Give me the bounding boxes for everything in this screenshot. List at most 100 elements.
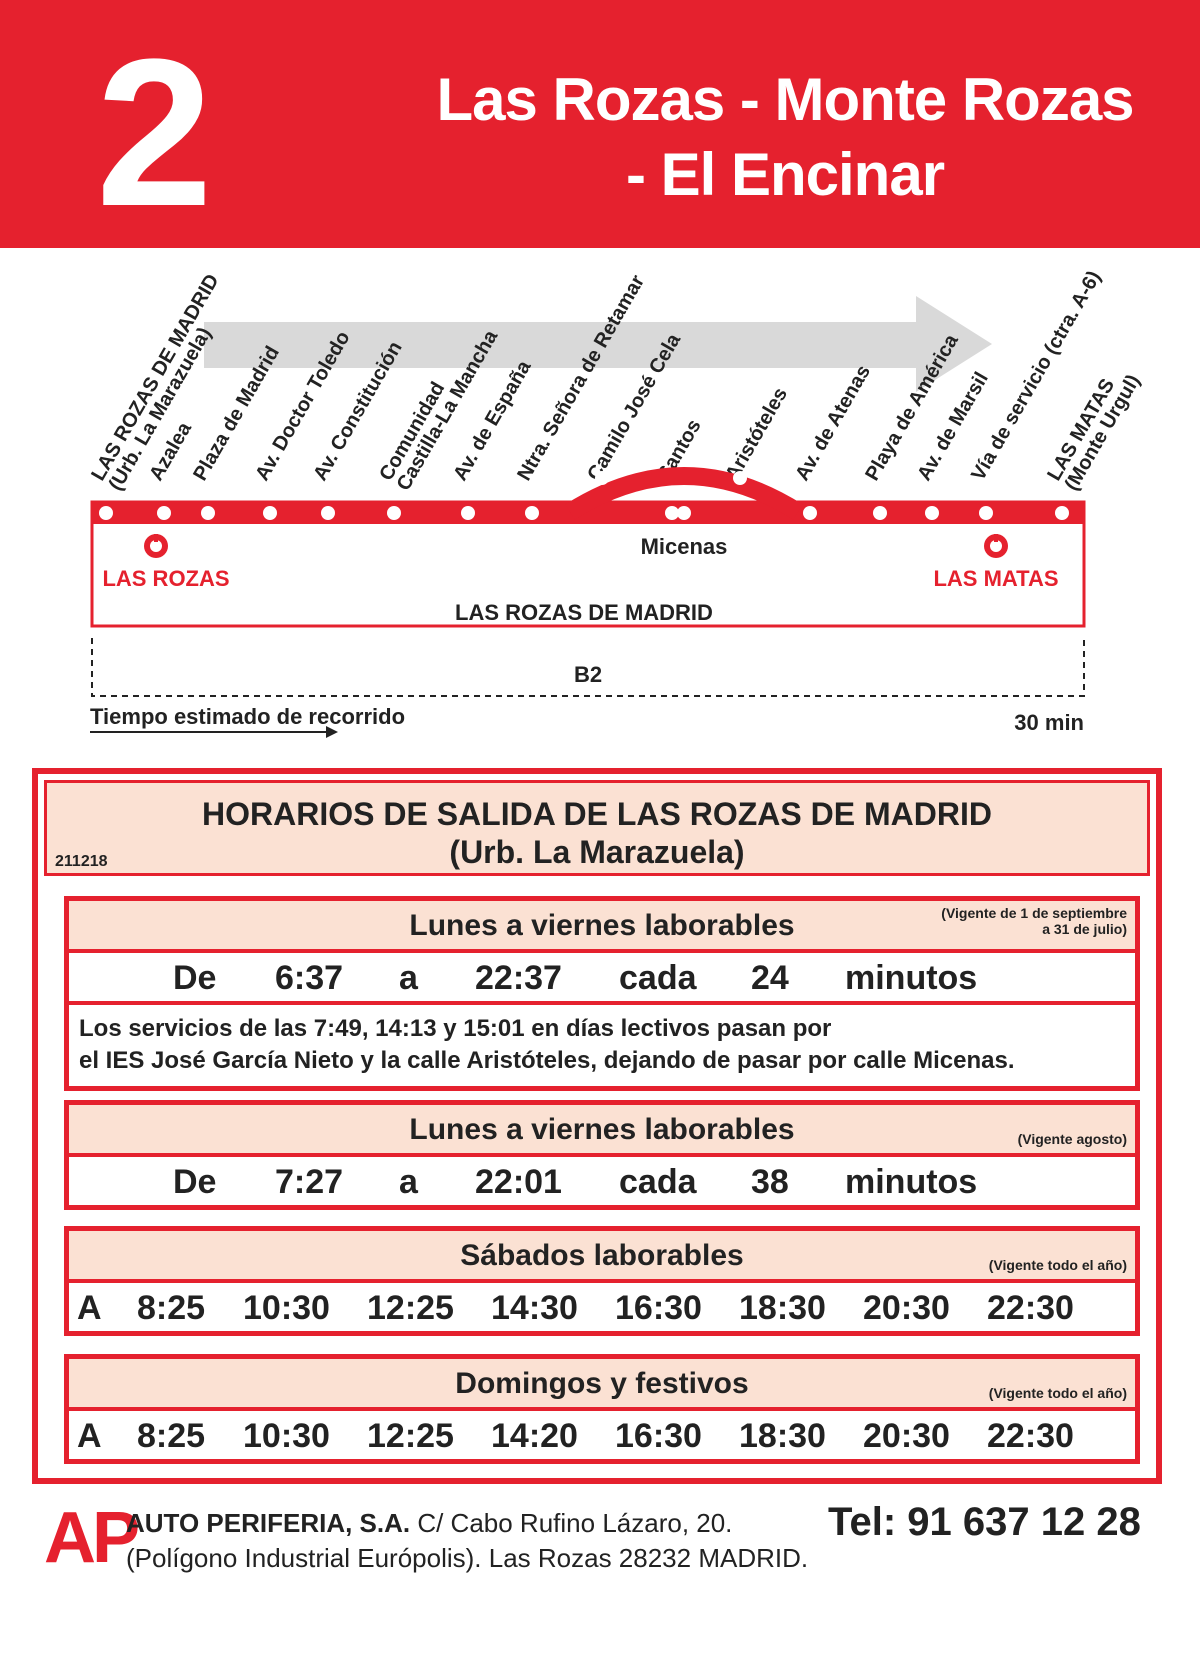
route-title-line2: - El Encinar — [625, 141, 945, 208]
stop-dot — [733, 471, 747, 485]
stop-dot — [157, 506, 171, 520]
sunday-schedule-block: Domingos y festivos (Vigente todo el año… — [64, 1354, 1140, 1464]
stop-dot — [677, 506, 691, 520]
stop-dot — [595, 471, 609, 485]
row-cell: A — [77, 1417, 102, 1455]
validity-note: (Vigente todo el año) — [988, 1385, 1127, 1401]
row-cell: cada — [619, 1163, 697, 1201]
row-cell: 22:37 — [475, 959, 562, 997]
stop-dot — [201, 506, 215, 520]
schedule-title-line1: HORARIOS DE SALIDA DE LAS ROZAS DE MADRI… — [202, 796, 992, 832]
row-cell: 6:37 — [275, 959, 344, 997]
stop-dot — [321, 506, 335, 520]
stop-dot — [387, 506, 401, 520]
block-header: Lunes a viernes laborables (Vigente agos… — [69, 1105, 1135, 1157]
block-title: Domingos y festivos — [455, 1367, 749, 1400]
row-cell: 22:01 — [475, 1163, 562, 1201]
departure-time: 10:30 — [243, 1417, 330, 1455]
service-notice: Los servicios de las 7:49, 14:13 y 15:01… — [69, 1001, 1135, 1086]
departure-time: 8:25 — [137, 1417, 206, 1455]
stop-labels: LAS ROZAS DE MADRID(Urb. La Marazuela)Az… — [87, 267, 1144, 494]
company-info: AUTO PERIFERIA, S.A. C/ Cabo Rufino Láza… — [126, 1506, 808, 1576]
stop-dot — [925, 506, 939, 520]
row-cell: 24 — [751, 959, 789, 997]
stop-dot — [979, 506, 993, 520]
validity-note: (Vigente todo el año) — [988, 1257, 1127, 1273]
stop-dot — [1055, 506, 1069, 520]
town-label: LAS ROZAS DE MADRID — [455, 600, 713, 625]
row-cell: a — [399, 959, 418, 997]
departure-time: 16:30 — [615, 1289, 702, 1327]
departure-time: 10:30 — [243, 1289, 330, 1327]
weekday-schedule-block: Lunes a viernes laborables (Vigente de 1… — [64, 896, 1140, 1091]
stop-dot — [263, 506, 277, 520]
row-cell: De — [173, 959, 217, 997]
departure-time: 20:30 — [863, 1417, 950, 1455]
document-code: 211218 — [55, 853, 108, 870]
stop-dot — [99, 506, 113, 520]
row-cell: 7:27 — [275, 1163, 344, 1201]
row-cell: cada — [619, 959, 697, 997]
departure-time: 12:25 — [367, 1289, 454, 1327]
row-cell: minutos — [845, 1163, 978, 1201]
stop-dot — [461, 506, 475, 520]
route-number: 2 — [96, 15, 213, 250]
validity-note: (Vigente de 1 de septiembre a 31 de juli… — [941, 905, 1127, 937]
stop-dot — [873, 506, 887, 520]
phone-number: Tel: 91 637 12 28 — [828, 1500, 1141, 1544]
metro-station-icon — [144, 534, 168, 558]
departure-time: 20:30 — [863, 1289, 950, 1327]
frequency-row: De 7:27 a 22:01 cada 38 minutos — [69, 1157, 1135, 1205]
block-title: Lunes a viernes laborables — [409, 1113, 795, 1146]
validity-note-line1: (Vigente de 1 de septiembre — [941, 905, 1127, 921]
route-title: Las Rozas - Monte Rozas - El Encinar — [420, 62, 1150, 212]
time-value: 30 min — [1014, 710, 1084, 735]
block-header: Sábados laborables (Vigente todo el año) — [69, 1231, 1135, 1283]
service-notice-line2: el IES José García Nieto y la calle Aris… — [79, 1047, 1015, 1075]
validity-note-line2: a 31 de julio) — [1042, 921, 1127, 938]
stop-label: Av. de Atenas — [791, 362, 875, 485]
departure-time: 18:30 — [739, 1289, 826, 1327]
departure-time: 12:25 — [367, 1417, 454, 1455]
company-address2: (Polígono Industrial Európolis). Las Roz… — [126, 1543, 809, 1574]
block-title: Sábados laborables — [460, 1239, 744, 1272]
route-title-line1: Las Rozas - Monte Rozas — [436, 66, 1134, 133]
departure-time: 16:30 — [615, 1417, 702, 1455]
row-cell: minutos — [845, 959, 978, 997]
row-cell: A — [77, 1289, 102, 1327]
validity-note: (Vigente agosto) — [1017, 1131, 1127, 1147]
block-header: Lunes a viernes laborables (Vigente de 1… — [69, 901, 1135, 953]
departures-row: A 8:25 10:30 12:25 14:20 16:30 18:30 20:… — [69, 1411, 1135, 1459]
frequency-row: De 6:37 a 22:37 cada 24 minutos — [69, 953, 1135, 1001]
stop-dot — [803, 506, 817, 520]
departure-time: 18:30 — [739, 1417, 826, 1455]
schedule-title: HORARIOS DE SALIDA DE LAS ROZAS DE MADRI… — [47, 795, 1147, 872]
departure-time: 22:30 — [987, 1289, 1074, 1327]
company-line1: AUTO PERIFERIA, S.A. C/ Cabo Rufino Láza… — [126, 1506, 808, 1541]
zone-label: B2 — [574, 662, 602, 687]
schedule-title-line2: (Urb. La Marazuela) — [449, 834, 745, 871]
departure-time: 22:30 — [987, 1417, 1074, 1455]
left-place-label: LAS ROZAS — [102, 566, 229, 591]
company-name: AUTO PERIFERIA, S.A. — [126, 1508, 411, 1538]
stop-dot — [665, 506, 679, 520]
departure-time: 14:30 — [491, 1289, 578, 1327]
stop-label: Aristóteles — [721, 384, 792, 485]
schedule-header: HORARIOS DE SALIDA DE LAS ROZAS DE MADRI… — [44, 780, 1150, 876]
service-notice-line1: Los servicios de las 7:49, 14:13 y 15:01… — [79, 1015, 832, 1042]
saturday-schedule-block: Sábados laborables (Vigente todo el año)… — [64, 1226, 1140, 1336]
right-place-label: LAS MATAS — [933, 566, 1058, 591]
row-cell: a — [399, 1163, 418, 1201]
departures-row: A 8:25 10:30 12:25 14:30 16:30 18:30 20:… — [69, 1283, 1135, 1331]
branch-label: Micenas — [641, 534, 728, 559]
route-diagram: LAS ROZAS DE MADRID(Urb. La Marazuela)Az… — [87, 267, 1145, 738]
metro-station-icon — [984, 534, 1008, 558]
departure-time: 8:25 — [137, 1289, 206, 1327]
block-header: Domingos y festivos (Vigente todo el año… — [69, 1359, 1135, 1411]
august-schedule-block: Lunes a viernes laborables (Vigente agos… — [64, 1100, 1140, 1210]
row-cell: De — [173, 1163, 217, 1201]
schedule-panel: HORARIOS DE SALIDA DE LAS ROZAS DE MADRI… — [32, 768, 1162, 1484]
stop-label: LAS MATAS(Monte Urgul) — [1043, 361, 1144, 495]
departure-time: 14:20 — [491, 1417, 578, 1455]
stop-label: Ntra. Señora de Retamar — [513, 271, 649, 484]
